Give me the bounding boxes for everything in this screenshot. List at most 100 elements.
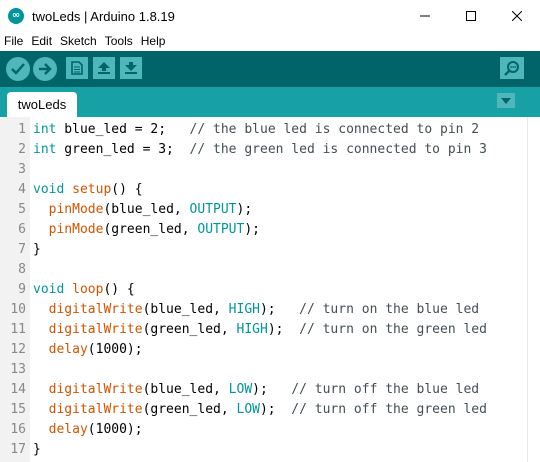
comment-token: // turn off the green led [291, 402, 487, 417]
constant-token: LOW [228, 382, 253, 397]
open-sketch-button[interactable] [93, 57, 115, 79]
verify-button[interactable] [6, 57, 30, 81]
code-token: (1000); [87, 342, 143, 357]
constant-token: OUTPUT [197, 222, 245, 237]
function-token: pinMode [48, 202, 104, 217]
minimize-icon [420, 15, 430, 17]
comment-token: // turn on the green led [299, 322, 487, 337]
constant-token: HIGH [228, 302, 260, 317]
keyword-token: int [33, 122, 57, 137]
code-token: ); [244, 222, 260, 237]
code-line[interactable]: 4 void setup() { [0, 180, 487, 200]
editor-scrollbar[interactable] [527, 117, 528, 462]
title-bar: ∞ twoLeds | Arduino 1.8.19 [0, 0, 540, 32]
maximize-button[interactable] [448, 0, 494, 32]
code-token: () { [111, 182, 143, 197]
line-number: 1 [18, 122, 26, 137]
code-line[interactable]: 8 [0, 260, 487, 280]
line-number: 12 [10, 342, 26, 357]
code-token: ); [252, 382, 292, 397]
code-line[interactable]: 1 int blue_led = 2; // the blue led is co… [0, 120, 487, 140]
constant-token: OUTPUT [189, 202, 237, 217]
constant-token: LOW [236, 402, 260, 417]
code-token: () { [103, 282, 135, 297]
save-arrow-down-icon [125, 62, 137, 74]
line-number: 11 [10, 322, 26, 337]
function-token: digitalWrite [48, 322, 143, 337]
tab-twoleds[interactable]: twoLeds [7, 92, 77, 117]
code-line[interactable]: 13 [0, 360, 487, 380]
line-number: 9 [18, 282, 26, 297]
line-number: 14 [10, 382, 26, 397]
tab-menu-button[interactable] [497, 93, 515, 108]
code-token: (blue_led, [142, 302, 229, 317]
code-token: ); [259, 402, 292, 417]
function-token: delay [48, 342, 88, 357]
code-line[interactable]: 6 pinMode(green_led, OUTPUT); [0, 220, 487, 240]
code-token: (1000); [87, 422, 143, 437]
comment-token: // the green led is connected to pin 3 [189, 142, 487, 157]
code-line[interactable]: 5 pinMode(blue_led, OUTPUT); [0, 200, 487, 220]
menu-sketch[interactable]: Sketch [56, 31, 101, 51]
keyword-token: void [33, 282, 65, 297]
code-line[interactable]: 17} [0, 440, 487, 460]
code-line[interactable]: 3 [0, 160, 487, 180]
code-area[interactable]: 1 int blue_led = 2; // the blue led is co… [0, 120, 487, 460]
upload-button[interactable] [33, 57, 57, 81]
code-token: (blue_led, [142, 382, 229, 397]
code-token: (green_led, [142, 322, 237, 337]
code-line[interactable]: 7} [0, 240, 487, 260]
code-line[interactable]: 10 digitalWrite(blue_led, HIGH); // turn… [0, 300, 487, 320]
menu-edit[interactable]: Edit [27, 31, 56, 51]
code-editor[interactable]: 1 int blue_led = 2; // the blue led is co… [0, 117, 540, 462]
line-number: 4 [18, 182, 26, 197]
open-arrow-up-icon [98, 62, 110, 74]
function-token: pinMode [48, 222, 104, 237]
line-number: 10 [10, 302, 26, 317]
toolbar [0, 51, 540, 87]
code-token: (green_led, [103, 222, 198, 237]
code-line[interactable]: 9 void loop() { [0, 280, 487, 300]
function-token: delay [48, 422, 88, 437]
code-token: ); [267, 322, 300, 337]
close-button[interactable] [494, 0, 540, 32]
close-icon [512, 11, 522, 21]
new-sketch-button[interactable] [66, 57, 88, 79]
code-line[interactable]: 2 int green_led = 3; // the green led is … [0, 140, 487, 160]
upload-icon [39, 63, 52, 75]
code-line[interactable]: 15 digitalWrite(green_led, LOW); // turn… [0, 400, 487, 420]
keyword-token: void [33, 182, 65, 197]
comment-token: // turn off the blue led [291, 382, 480, 397]
code-line[interactable]: 14 digitalWrite(blue_led, LOW); // turn … [0, 380, 487, 400]
new-file-icon [71, 61, 83, 75]
code-token: blue_led = 2; [56, 122, 190, 137]
function-token: digitalWrite [48, 382, 143, 397]
line-number: 15 [10, 402, 26, 417]
serial-monitor-button[interactable] [500, 57, 524, 79]
comment-token: // turn on the blue led [299, 302, 480, 317]
line-number: 16 [10, 422, 26, 437]
code-line[interactable]: 16 delay(1000); [0, 420, 487, 440]
line-number: 7 [18, 242, 26, 257]
minimize-button[interactable] [402, 0, 448, 32]
line-number: 17 [10, 442, 26, 457]
menu-help[interactable]: Help [137, 31, 170, 51]
code-token: (green_led, [142, 402, 237, 417]
menu-file[interactable]: File [0, 31, 27, 51]
line-number: 13 [10, 362, 26, 377]
line-number: 5 [18, 202, 26, 217]
code-token: ); [236, 202, 253, 217]
code-line[interactable]: 12 delay(1000); [0, 340, 487, 360]
code-token: ); [259, 302, 300, 317]
menu-tools[interactable]: Tools [101, 31, 137, 51]
save-sketch-button[interactable] [120, 57, 142, 79]
code-line[interactable]: 11 digitalWrite(green_led, HIGH); // tur… [0, 320, 487, 340]
function-token: loop [72, 282, 104, 297]
